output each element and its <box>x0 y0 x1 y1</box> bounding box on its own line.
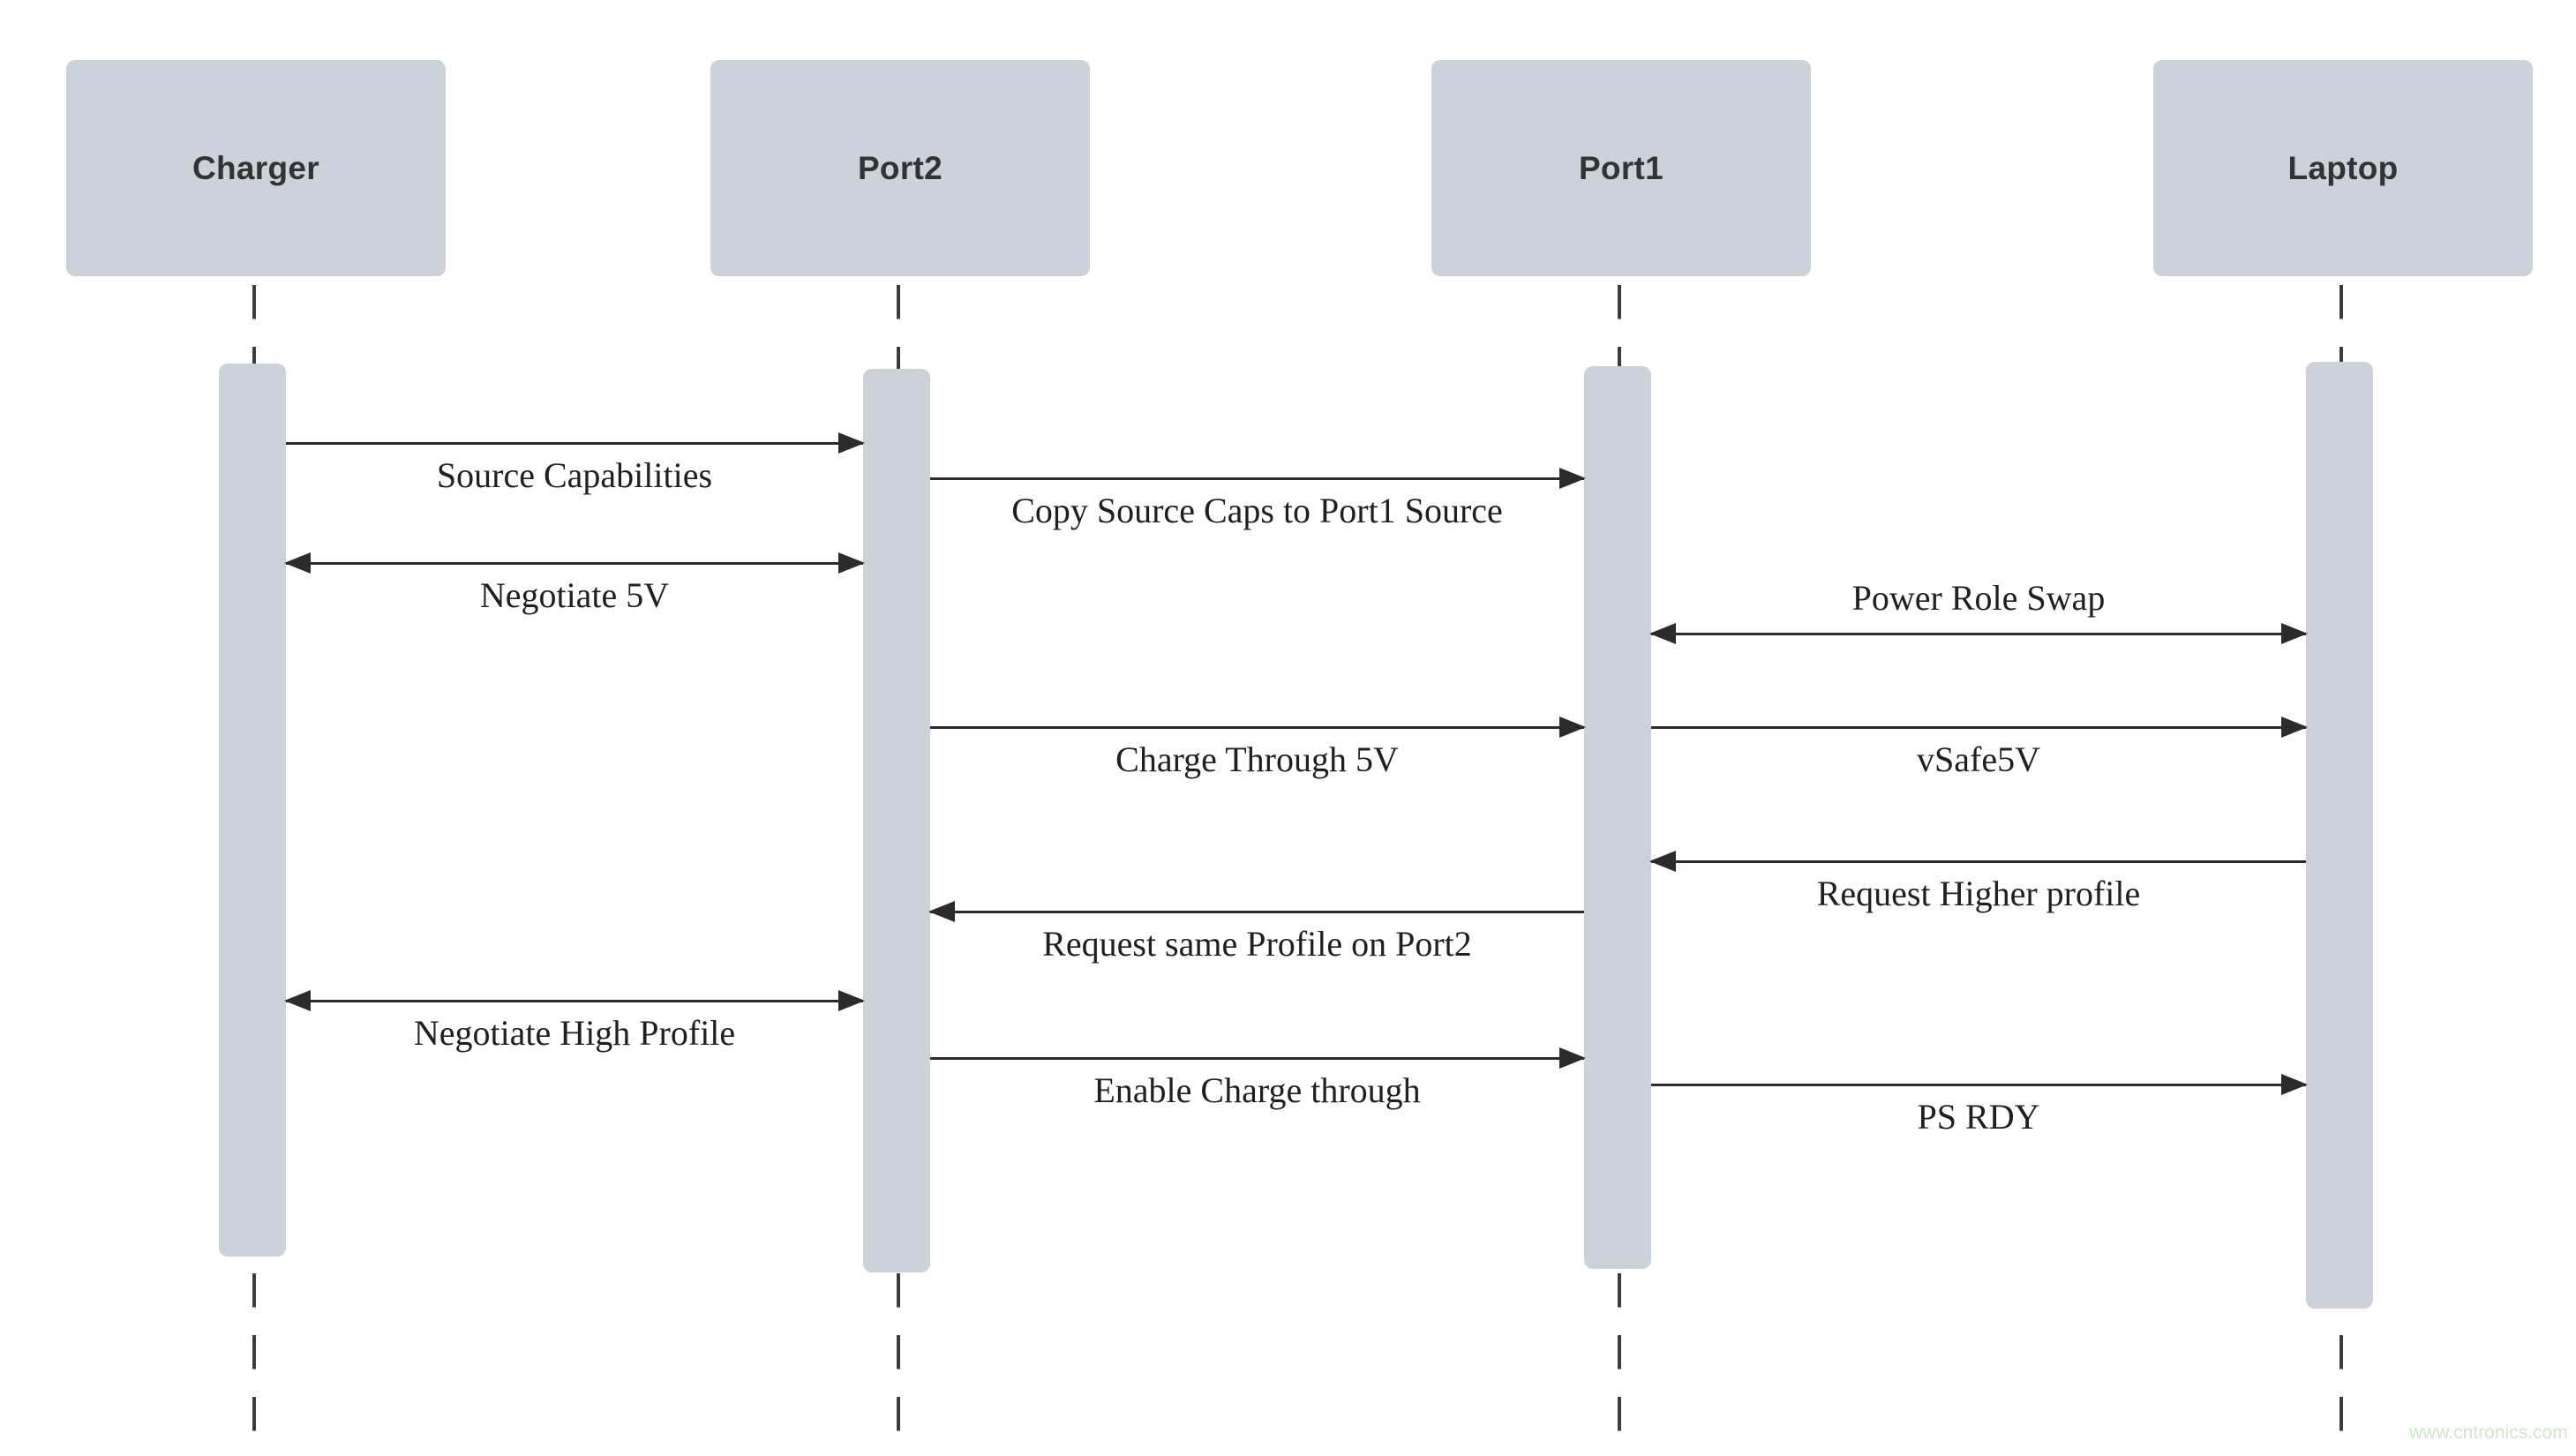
message-line-charge-through-5v <box>930 726 1584 729</box>
message-label-negotiate-high-profile: Negotiate High Profile <box>413 1013 736 1053</box>
participant-box-port2[interactable]: Port2 <box>710 60 1090 276</box>
message-line-negotiate-high-profile <box>286 1000 863 1002</box>
activation-bar-port2 <box>863 369 930 1272</box>
arrowhead-right-icon <box>2281 1074 2308 1095</box>
watermark: www.cntronics.com <box>2409 1422 2568 1443</box>
message-line-copy-source-caps <box>930 477 1584 480</box>
arrowhead-left-icon <box>1649 851 1676 872</box>
message-label-source-capabilities: Source Capabilities <box>436 455 713 495</box>
arrowhead-right-icon <box>838 552 865 574</box>
message-line-vsafe5v <box>1651 726 2306 729</box>
message-line-enable-charge-through <box>930 1057 1584 1060</box>
arrowhead-left-icon <box>928 901 955 922</box>
message-line-power-role-swap <box>1651 633 2306 635</box>
message-line-source-capabilities <box>286 442 863 445</box>
message-line-request-higher-profile <box>1651 860 2306 863</box>
participant-label-port1: Port1 <box>1578 149 1664 186</box>
arrowhead-right-icon <box>2281 623 2308 644</box>
message-label-ps-rdy: PS RDY <box>1917 1097 2040 1137</box>
participant-label-port2: Port2 <box>857 149 943 186</box>
sequence-diagram-canvas: Charger Port2 Port1 Laptop Source Capabilit… <box>0 0 2576 1456</box>
participant-box-port1[interactable]: Port1 <box>1431 60 1811 276</box>
participant-label-laptop: Laptop <box>2287 149 2399 186</box>
message-label-charge-through-5v: Charge Through 5V <box>1115 739 1399 779</box>
arrowhead-left-icon <box>284 552 311 574</box>
message-line-negotiate-5v <box>286 562 863 565</box>
participant-label-charger: Charger <box>192 149 319 186</box>
arrowhead-right-icon <box>838 432 865 454</box>
activation-bar-laptop <box>2306 362 2373 1309</box>
message-label-request-higher-profile: Request Higher profile <box>1816 874 2141 913</box>
activation-bar-port1 <box>1584 366 1651 1269</box>
message-label-request-same-profile-on-port2: Request same Profile on Port2 <box>1042 924 1472 964</box>
arrowhead-right-icon <box>838 990 865 1011</box>
arrowhead-right-icon <box>1559 1047 1586 1069</box>
message-label-negotiate-5v: Negotiate 5V <box>479 575 670 615</box>
arrowhead-left-icon <box>284 990 311 1011</box>
message-line-request-same-profile-on-port2 <box>930 911 1584 913</box>
participant-box-laptop[interactable]: Laptop <box>2153 60 2533 276</box>
arrowhead-left-icon <box>1649 623 1676 644</box>
message-label-power-role-swap: Power Role Swap <box>1851 578 2106 618</box>
message-label-vsafe5v: vSafe5V <box>1917 739 2040 779</box>
arrowhead-right-icon <box>1559 717 1586 738</box>
activation-bar-charger <box>219 364 286 1257</box>
arrowhead-right-icon <box>2281 717 2308 738</box>
participant-box-charger[interactable]: Charger <box>66 60 446 276</box>
message-label-copy-source-caps: Copy Source Caps to Port1 Source <box>1011 491 1503 530</box>
message-label-enable-charge-through: Enable Charge through <box>1093 1070 1421 1110</box>
arrowhead-right-icon <box>1559 468 1586 489</box>
message-line-ps-rdy <box>1651 1084 2306 1086</box>
